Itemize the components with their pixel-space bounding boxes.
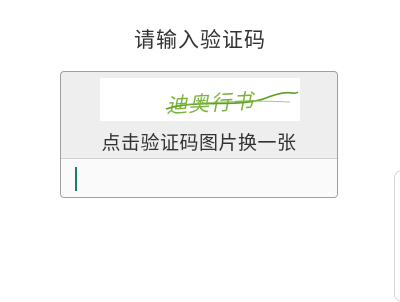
code-input-area[interactable] <box>61 159 337 197</box>
verification-code-input[interactable] <box>61 159 337 197</box>
captcha-refresh-hint[interactable]: 点击验证码图片换一张 <box>61 128 337 155</box>
adjacent-panel-edge <box>394 170 400 302</box>
dialog-title: 请输入验证码 <box>134 28 266 52</box>
captcha-card: 迪奥行书 点击验证码图片换一张 <box>60 71 338 198</box>
captcha-image[interactable]: 迪奥行书 <box>100 78 300 121</box>
text-caret <box>75 167 77 191</box>
